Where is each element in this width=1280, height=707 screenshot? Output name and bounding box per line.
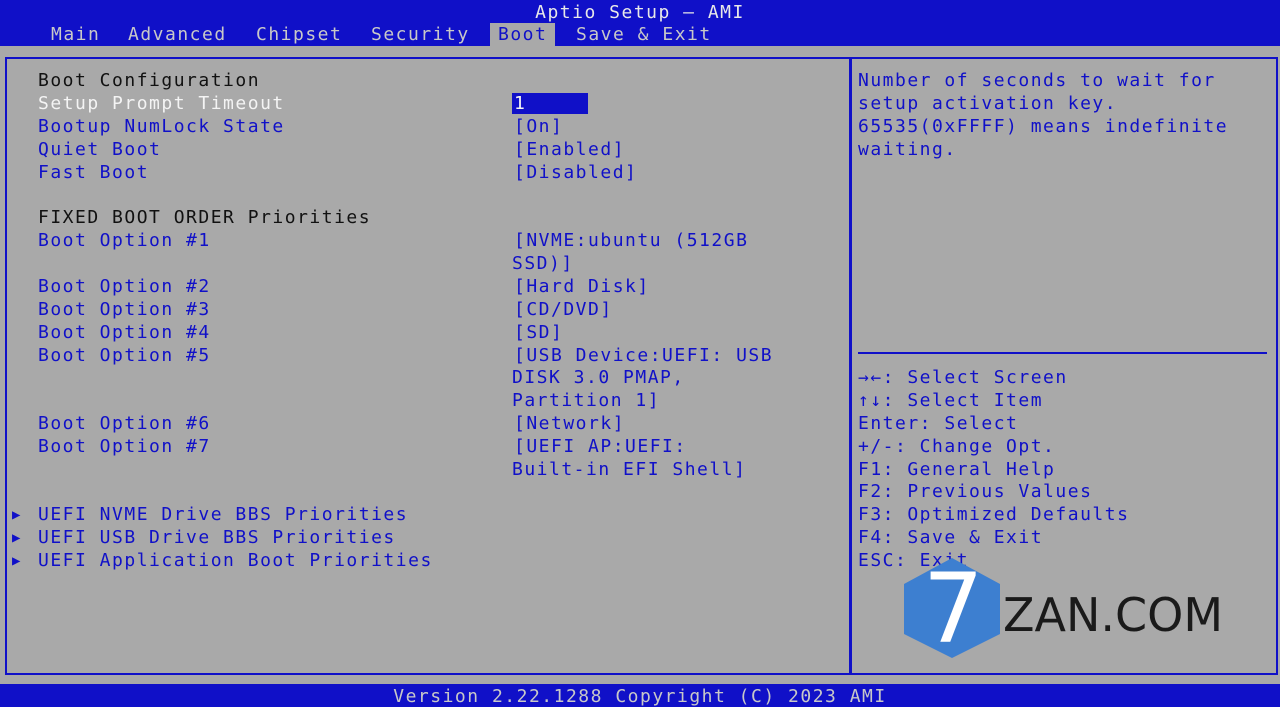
help-divider xyxy=(858,352,1267,354)
boot-option-5-value-line-1[interactable]: [USB Device:UEFI: USB xyxy=(514,345,773,366)
boot-option-1-value-line-2[interactable]: SSD)] xyxy=(512,253,574,274)
boot-option-3-label[interactable]: Boot Option #3 xyxy=(38,299,211,320)
setup-prompt-timeout-input[interactable]: 1 xyxy=(512,93,588,114)
watermark-logo-icon: 7 xyxy=(902,553,1002,665)
help-text-line: waiting. xyxy=(858,139,957,160)
tab-boot[interactable]: Boot xyxy=(490,23,556,46)
key-hint-f2: F2: Previous Values xyxy=(858,481,1093,502)
boot-option-7-label[interactable]: Boot Option #7 xyxy=(38,436,211,457)
submenu-arrow-icon: ▶ xyxy=(12,553,22,569)
boot-option-6-label[interactable]: Boot Option #6 xyxy=(38,413,211,434)
help-text-line: 65535(0xFFFF) means indefinite xyxy=(858,116,1229,137)
boot-option-5-value-line-3[interactable]: Partition 1] xyxy=(512,390,660,411)
boot-option-5-label[interactable]: Boot Option #5 xyxy=(38,345,211,366)
setup-prompt-timeout-value: 1 xyxy=(514,93,527,114)
submenu-uefi-nvme-bbs[interactable]: UEFI NVME Drive BBS Priorities xyxy=(38,504,408,525)
key-hint-f1: F1: General Help xyxy=(858,459,1056,480)
boot-option-4-value[interactable]: [SD] xyxy=(514,322,563,343)
quiet-boot-value[interactable]: [Enabled] xyxy=(514,139,625,160)
boot-option-7-value-line-1[interactable]: [UEFI AP:UEFI: xyxy=(514,436,687,457)
submenu-arrow-icon: ▶ xyxy=(12,530,22,546)
key-hint-f4: F4: Save & Exit xyxy=(858,527,1044,548)
app-title: Aptio Setup – AMI xyxy=(535,2,745,23)
help-text-line: Number of seconds to wait for xyxy=(858,70,1216,91)
boot-option-2-label[interactable]: Boot Option #2 xyxy=(38,276,211,297)
fixed-boot-order-heading: FIXED BOOT ORDER Priorities xyxy=(38,207,372,228)
fast-boot-label[interactable]: Fast Boot xyxy=(38,162,149,183)
tab-chipset[interactable]: Chipset xyxy=(248,23,350,46)
help-text-line: setup activation key. xyxy=(858,93,1118,114)
boot-option-1-label[interactable]: Boot Option #1 xyxy=(38,230,211,251)
setup-prompt-timeout-label[interactable]: Setup Prompt Timeout xyxy=(38,93,285,114)
boot-option-7-value-line-2[interactable]: Built-in EFI Shell] xyxy=(512,459,746,480)
quiet-boot-label[interactable]: Quiet Boot xyxy=(38,139,161,160)
key-hint-select-screen: →←: Select Screen xyxy=(858,367,1068,388)
version-text: Version 2.22.1288 Copyright (C) 2023 AMI xyxy=(393,686,887,707)
watermark-logo-digit: 7 xyxy=(923,556,986,660)
key-hint-f3: F3: Optimized Defaults xyxy=(858,504,1130,525)
bootup-numlock-value[interactable]: [On] xyxy=(514,116,563,137)
bootup-numlock-label[interactable]: Bootup NumLock State xyxy=(38,116,285,137)
key-hint-change-opt: +/-: Change Opt. xyxy=(858,436,1056,457)
watermark-text: ZAN.COM xyxy=(1003,588,1224,642)
tab-advanced[interactable]: Advanced xyxy=(120,23,235,46)
key-hint-select-item: ↑↓: Select Item xyxy=(858,390,1044,411)
boot-option-5-value-line-2[interactable]: DISK 3.0 PMAP, xyxy=(512,367,685,388)
tab-security[interactable]: Security xyxy=(363,23,478,46)
submenu-arrow-icon: ▶ xyxy=(12,507,22,523)
submenu-uefi-usb-bbs[interactable]: UEFI USB Drive BBS Priorities xyxy=(38,527,396,548)
boot-option-4-label[interactable]: Boot Option #4 xyxy=(38,322,211,343)
key-hint-enter: Enter: Select xyxy=(858,413,1019,434)
boot-config-heading: Boot Configuration xyxy=(38,70,261,91)
fast-boot-value[interactable]: [Disabled] xyxy=(514,162,637,183)
boot-option-6-value[interactable]: [Network] xyxy=(514,413,625,434)
boot-option-1-value-line-1[interactable]: [NVME:ubuntu (512GB xyxy=(514,230,748,251)
submenu-uefi-app-boot[interactable]: UEFI Application Boot Priorities xyxy=(38,550,433,571)
tab-save-exit[interactable]: Save & Exit xyxy=(568,23,720,46)
tab-main[interactable]: Main xyxy=(43,23,108,46)
boot-option-3-value[interactable]: [CD/DVD] xyxy=(514,299,613,320)
boot-option-2-value[interactable]: [Hard Disk] xyxy=(514,276,650,297)
